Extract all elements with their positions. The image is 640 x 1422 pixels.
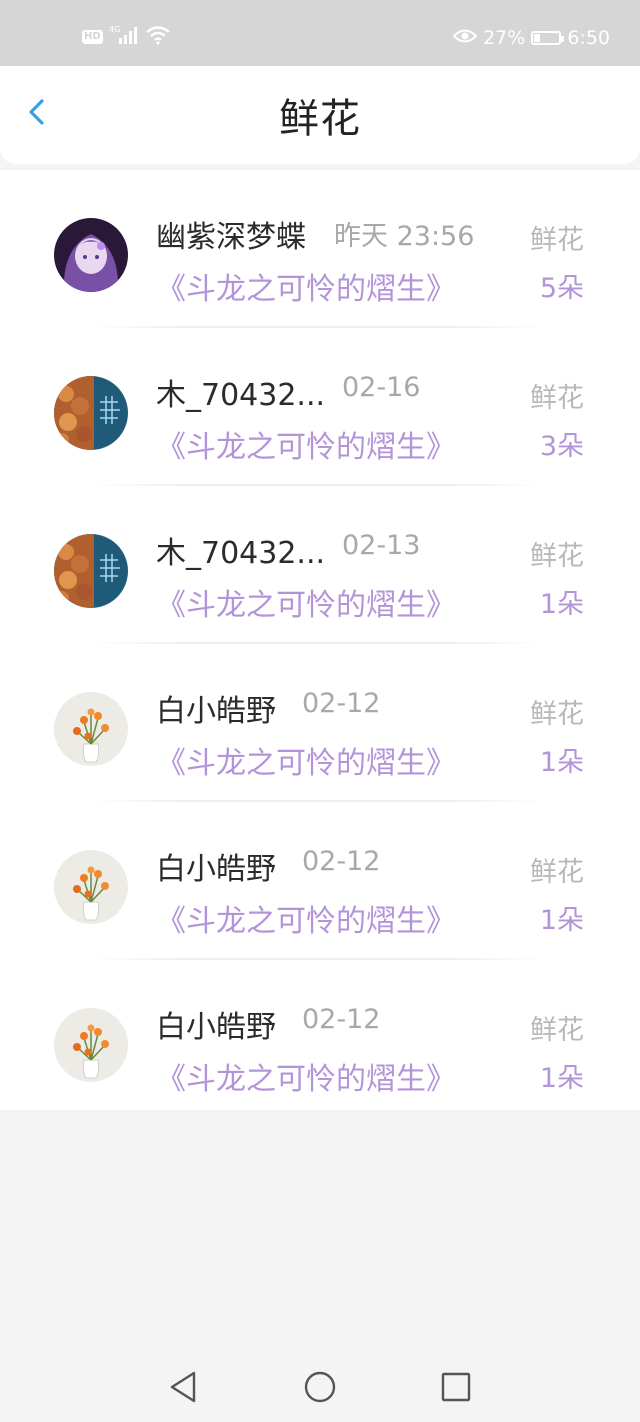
square-recents-icon xyxy=(441,1372,471,1402)
book-title[interactable]: 《斗龙之可怜的熠生》 xyxy=(156,1054,456,1098)
avatar[interactable] xyxy=(54,850,128,924)
avatar[interactable] xyxy=(54,692,128,766)
book-title[interactable]: 《斗龙之可怜的熠生》 xyxy=(156,422,456,466)
gift-count: 1朵 xyxy=(539,589,584,620)
list-item[interactable]: 木_70432... 02-13 《斗龙之可怜的熠生》 鲜花 1朵 xyxy=(0,486,640,644)
coral-avatar-icon xyxy=(54,376,128,450)
gift-count: 5朵 xyxy=(539,273,584,304)
list-item[interactable]: 幽紫深梦蝶 昨天 23:56 《斗龙之可怜的熠生》 鲜花 5朵 xyxy=(0,170,640,328)
clock: 6:50 xyxy=(567,27,610,49)
top-nav-bar: 鲜花 xyxy=(0,66,640,164)
gift-time: 02-13 xyxy=(342,530,421,561)
gift-count: 1朵 xyxy=(539,1063,584,1094)
list-item[interactable]: 白小皓野 02-12 《斗龙之可怜的熠生》 鲜花 1朵 xyxy=(0,802,640,960)
anime-girl-avatar-icon xyxy=(54,218,128,292)
gift-time: 02-12 xyxy=(302,1004,381,1035)
book-title[interactable]: 《斗龙之可怜的熠生》 xyxy=(156,738,456,782)
status-bar: HD 4G 27% 6:50 xyxy=(0,0,640,66)
user-name[interactable]: 木_70432... xyxy=(156,528,325,572)
status-left: HD 4G xyxy=(82,24,171,50)
gift-type: 鲜花 xyxy=(530,1015,584,1046)
status-right: 27% 6:50 xyxy=(452,24,610,52)
coral-avatar-icon xyxy=(54,534,128,608)
gift-time: 昨天 23:56 xyxy=(334,221,475,252)
user-name[interactable]: 白小皓野 xyxy=(156,686,276,730)
gift-count: 1朵 xyxy=(539,905,584,936)
avatar[interactable] xyxy=(54,534,128,608)
gift-type: 鲜花 xyxy=(530,699,584,730)
gift-type: 鲜花 xyxy=(530,541,584,572)
list-item[interactable]: 白小皓野 02-12 《斗龙之可怜的熠生》 鲜花 1朵 xyxy=(0,960,640,1118)
svg-text:4G: 4G xyxy=(109,25,120,34)
battery-percent: 27% xyxy=(483,27,526,49)
gift-time: 02-12 xyxy=(302,846,381,877)
list-item[interactable]: 白小皓野 02-12 《斗龙之可怜的熠生》 鲜花 1朵 xyxy=(0,644,640,802)
flower-gift-list: 幽紫深梦蝶 昨天 23:56 《斗龙之可怜的熠生》 鲜花 5朵 木_70432.… xyxy=(0,170,640,1110)
triangle-back-icon xyxy=(170,1371,196,1403)
eye-icon xyxy=(452,24,478,52)
gift-time: 02-12 xyxy=(302,688,381,719)
flower-vase-avatar-icon xyxy=(54,850,128,924)
battery-icon xyxy=(531,31,565,45)
nav-recents-button[interactable] xyxy=(436,1370,476,1404)
gift-type: 鲜花 xyxy=(530,857,584,888)
gift-count: 3朵 xyxy=(539,431,584,462)
nav-home-button[interactable] xyxy=(300,1370,340,1404)
page-title: 鲜花 xyxy=(279,96,361,142)
flower-vase-avatar-icon xyxy=(54,692,128,766)
nav-back-button[interactable] xyxy=(164,1370,204,1404)
user-name[interactable]: 幽紫深梦蝶 xyxy=(156,212,306,256)
flower-vase-avatar-icon xyxy=(54,1008,128,1082)
wifi-icon xyxy=(145,25,171,49)
gift-count: 1朵 xyxy=(539,747,584,778)
list-item[interactable]: 木_70432... 02-16 《斗龙之可怜的熠生》 鲜花 3朵 xyxy=(0,328,640,486)
avatar[interactable] xyxy=(54,218,128,292)
system-nav-bar xyxy=(0,1348,640,1422)
avatar[interactable] xyxy=(54,1008,128,1082)
user-name[interactable]: 白小皓野 xyxy=(156,1002,276,1046)
book-title[interactable]: 《斗龙之可怜的熠生》 xyxy=(156,580,456,624)
book-title[interactable]: 《斗龙之可怜的熠生》 xyxy=(156,896,456,940)
gift-time: 02-16 xyxy=(342,372,421,403)
user-name[interactable]: 白小皓野 xyxy=(156,844,276,888)
signal-icon: 4G xyxy=(109,24,139,50)
gift-type: 鲜花 xyxy=(530,225,584,256)
avatar[interactable] xyxy=(54,376,128,450)
book-title[interactable]: 《斗龙之可怜的熠生》 xyxy=(156,264,456,308)
gift-type: 鲜花 xyxy=(530,383,584,414)
hd-icon: HD xyxy=(82,30,103,44)
circle-home-icon xyxy=(304,1371,336,1403)
user-name[interactable]: 木_70432... xyxy=(156,370,325,414)
